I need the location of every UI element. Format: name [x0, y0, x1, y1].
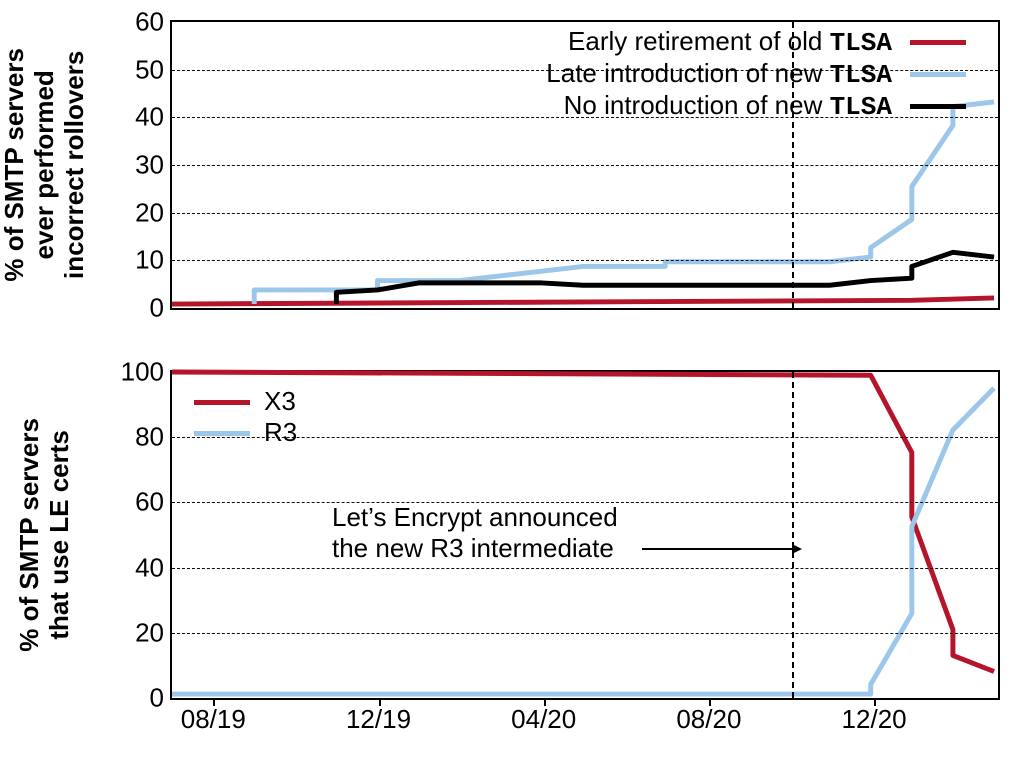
annotation-arrow	[642, 544, 802, 554]
series-line	[254, 102, 994, 304]
legend-item-label: Early retirement of old	[568, 26, 830, 56]
x-tick-label: 04/20	[511, 704, 576, 735]
legend-swatch	[194, 431, 250, 436]
y-tick-label: 0	[150, 293, 164, 324]
annotation-line: Let’s Encrypt announced	[332, 502, 618, 533]
gridline	[172, 260, 998, 261]
gridline	[172, 117, 998, 118]
top-legend: Early retirement of old TLSA Late introd…	[546, 26, 966, 122]
legend-item-mono: TLSA	[830, 28, 892, 58]
gridline	[172, 165, 998, 166]
y-tick-label: 20	[135, 617, 164, 648]
bottom-plot-area: X3 R3 Let’s Encrypt announced the new R3…	[170, 370, 1000, 700]
x-tick-label: 12/19	[346, 704, 411, 735]
y-tick-label: 10	[135, 245, 164, 276]
annotation-line: the new R3 intermediate	[332, 533, 618, 564]
x-tick-label: 08/20	[676, 704, 741, 735]
top-plot-area: Early retirement of old TLSA Late introd…	[170, 20, 1000, 310]
bottom-legend: X3 R3	[186, 386, 297, 448]
y-tick-label: 50	[135, 54, 164, 85]
legend-item-label: R3	[264, 417, 297, 448]
x-tick-label: 08/19	[181, 704, 246, 735]
y-tick-label: 60	[135, 487, 164, 518]
y-tick-label: 40	[135, 102, 164, 133]
ylabel-line: % of SMTP servers	[0, 48, 30, 282]
legend-item-label: X3	[264, 386, 296, 417]
figure: Early retirement of old TLSA Late introd…	[0, 0, 1024, 764]
bottom-y-axis-label: % of SMTP servers that use LE certs	[0, 370, 120, 700]
y-tick-label: 100	[121, 357, 164, 388]
gridline	[172, 213, 998, 214]
gridline	[172, 633, 998, 634]
legend-swatch	[910, 72, 966, 77]
legend-item-mono: TLSA	[830, 60, 892, 90]
top-y-axis-label: % of SMTP servers ever performed incorre…	[0, 20, 120, 310]
legend-swatch	[194, 400, 250, 405]
y-tick-label: 80	[135, 422, 164, 453]
legend-swatch	[910, 40, 966, 45]
ylabel-line: % of SMTP servers	[15, 418, 45, 652]
y-tick-label: 30	[135, 150, 164, 181]
y-tick-label: 60	[135, 7, 164, 38]
x-tick-label: 12/20	[842, 704, 907, 735]
annotation-vline-bottom	[792, 372, 794, 698]
y-tick-label: 0	[150, 683, 164, 714]
legend-swatch	[910, 104, 966, 109]
gridline	[172, 502, 998, 503]
gridline	[172, 568, 998, 569]
gridline	[172, 70, 998, 71]
series-line	[172, 298, 994, 304]
ylabel-line: that use LE certs	[45, 430, 75, 640]
legend-item-label: Late introduction of new	[546, 58, 829, 88]
y-tick-label: 40	[135, 552, 164, 583]
y-tick-label: 20	[135, 197, 164, 228]
ylabel-line: ever performed	[30, 70, 60, 259]
ylabel-line: incorrect rollovers	[60, 51, 90, 279]
legend-item-label: No introduction of new	[564, 90, 830, 120]
gridline	[172, 437, 998, 438]
annotation-text: Let’s Encrypt announced the new R3 inter…	[332, 502, 618, 564]
